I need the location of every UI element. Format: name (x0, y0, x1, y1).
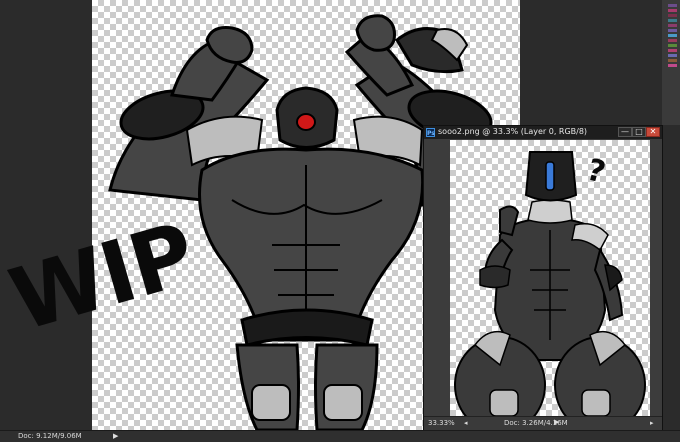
main-statusbar: Doc: 9.12M/9.06M ▶ (0, 430, 680, 442)
color-swatch[interactable] (668, 29, 677, 32)
document-window[interactable]: Ps sooo2.png @ 33.3% (Layer 0, RGB/8) — … (423, 125, 663, 430)
color-swatch[interactable] (668, 39, 677, 42)
status-menu-arrow-icon[interactable]: ▶ (554, 418, 559, 426)
scroll-right-icon[interactable]: ▸ (650, 419, 654, 427)
photoshop-icon: Ps (426, 128, 435, 137)
color-swatch[interactable] (668, 64, 677, 67)
color-swatch[interactable] (668, 14, 677, 17)
document-titlebar[interactable]: Ps sooo2.png @ 33.3% (Layer 0, RGB/8) — … (424, 126, 662, 139)
swatches-panel (662, 0, 680, 125)
zoom-level[interactable]: 33.33% (428, 419, 455, 427)
maximize-button[interactable]: □ (632, 127, 646, 137)
color-swatch[interactable] (668, 34, 677, 37)
question-mark: ? (583, 152, 609, 190)
color-swatch[interactable] (668, 19, 677, 22)
color-swatch[interactable] (668, 24, 677, 27)
document-statusbar: 33.33% ◂ Doc: 3.26M/4.16M ▶ ▸ (424, 416, 662, 430)
color-swatch[interactable] (668, 44, 677, 47)
color-swatch[interactable] (668, 9, 677, 12)
minimize-button[interactable]: — (618, 127, 632, 137)
close-button[interactable]: ✕ (646, 127, 660, 137)
document-title: sooo2.png @ 33.3% (Layer 0, RGB/8) (438, 127, 588, 136)
color-swatch[interactable] (668, 49, 677, 52)
document-artwork: ? (454, 151, 646, 416)
color-swatch[interactable] (668, 59, 677, 62)
scroll-left-icon[interactable]: ◂ (464, 419, 468, 427)
document-canvas[interactable]: ? (450, 140, 650, 416)
color-swatch[interactable] (668, 4, 677, 7)
color-swatch[interactable] (668, 54, 677, 57)
main-document-size: Doc: 9.12M/9.06M (18, 432, 82, 440)
status-menu-arrow-icon[interactable]: ▶ (113, 432, 118, 440)
